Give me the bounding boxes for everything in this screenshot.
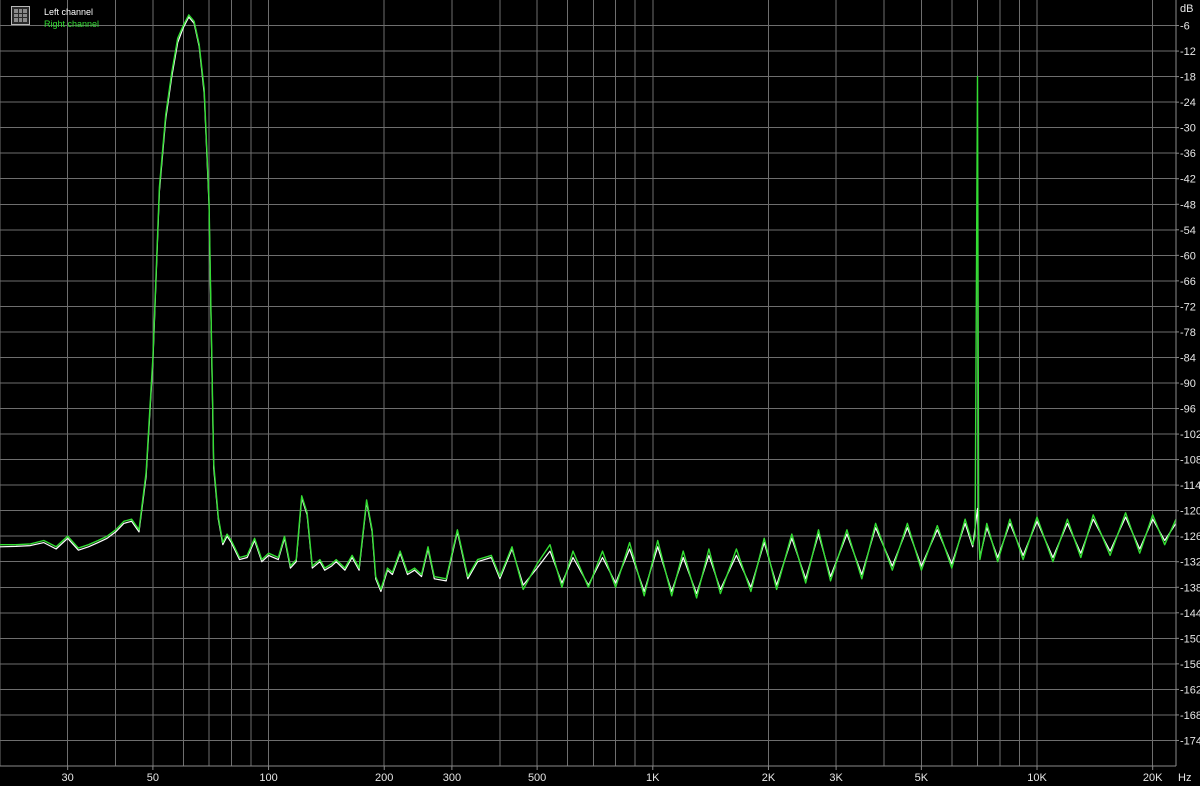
y-tick-label: -174 xyxy=(1180,735,1200,747)
y-tick-label: -54 xyxy=(1180,225,1196,237)
y-tick-label: -24 xyxy=(1180,97,1196,109)
plot-background xyxy=(0,0,1200,786)
y-tick-label: -114 xyxy=(1180,480,1200,492)
x-tick-label: 300 xyxy=(443,772,461,784)
legend-entries: Left channel Right channel xyxy=(44,6,99,30)
y-tick-label: -168 xyxy=(1180,710,1200,722)
x-tick-label: 200 xyxy=(375,772,393,784)
y-tick-label: -132 xyxy=(1180,557,1200,569)
legend-entry-left-channel: Left channel xyxy=(44,7,94,17)
y-unit-label: dB xyxy=(1180,3,1193,15)
x-tick-label: 500 xyxy=(528,772,546,784)
x-tick-label: 50 xyxy=(147,772,159,784)
x-tick-label: 2K xyxy=(762,772,776,784)
y-tick-label: -30 xyxy=(1180,123,1196,135)
y-tick-label: -162 xyxy=(1180,684,1200,696)
x-tick-label: 3K xyxy=(829,772,843,784)
x-unit-label: Hz xyxy=(1178,772,1191,784)
y-tick-label: -102 xyxy=(1180,429,1200,441)
y-tick-label: -66 xyxy=(1180,276,1196,288)
x-tick-label: 10K xyxy=(1027,772,1047,784)
y-tick-label: -90 xyxy=(1180,378,1196,390)
x-tick-label: 20K xyxy=(1143,772,1163,784)
x-tick-label: 1K xyxy=(646,772,660,784)
y-tick-label: -48 xyxy=(1180,199,1196,211)
legend: Left channel Right channel xyxy=(11,6,99,30)
y-tick-label: -144 xyxy=(1180,608,1200,620)
y-tick-label: -120 xyxy=(1180,506,1200,518)
y-tick-label: -126 xyxy=(1180,531,1200,543)
y-tick-label: -36 xyxy=(1180,148,1196,160)
y-tick-label: -12 xyxy=(1180,46,1196,58)
y-tick-label: -18 xyxy=(1180,72,1196,84)
y-tick-label: -96 xyxy=(1180,404,1196,416)
y-tick-label: -138 xyxy=(1180,582,1200,594)
legend-grid-icon[interactable] xyxy=(11,6,30,25)
legend-entry-right-channel: Right channel xyxy=(44,19,100,29)
y-tick-label: -150 xyxy=(1180,633,1200,645)
x-tick-label: 100 xyxy=(259,772,277,784)
y-tick-label: -156 xyxy=(1180,659,1200,671)
y-tick-label: -60 xyxy=(1180,250,1196,262)
y-tick-label: -42 xyxy=(1180,174,1196,186)
spectrum-plot: dB Hz 30 50 100 200 300 500 1K 2K 3K 5K 10K 20K -6 -1… xyxy=(0,0,1200,786)
x-tick-label: 5K xyxy=(915,772,929,784)
y-tick-label: -72 xyxy=(1180,301,1196,313)
y-tick-label: -108 xyxy=(1180,455,1200,467)
x-tick-label: 30 xyxy=(62,772,74,784)
y-tick-label: -6 xyxy=(1180,21,1190,33)
y-tick-label: -78 xyxy=(1180,327,1196,339)
y-tick-label: -84 xyxy=(1180,352,1196,364)
